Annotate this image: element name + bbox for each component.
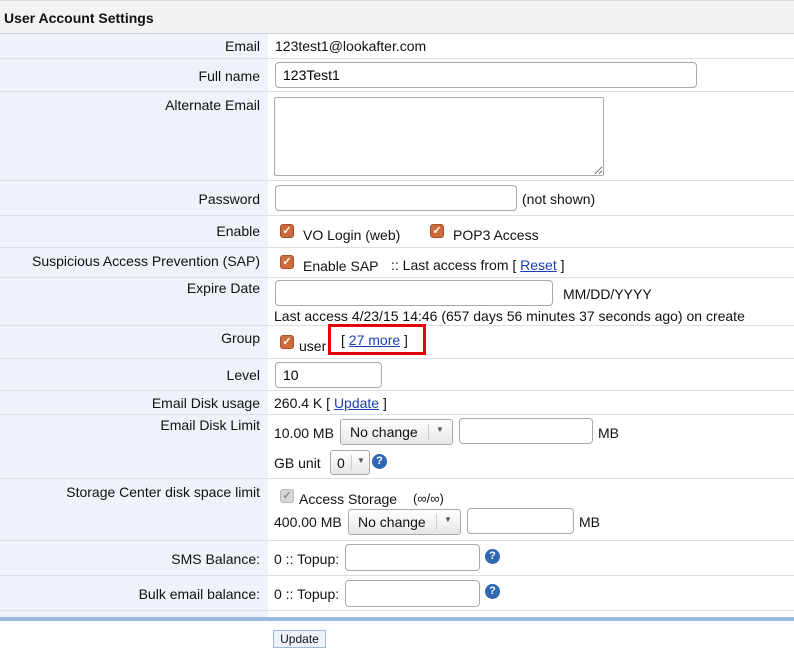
sap-last-access-text: :: Last access from [ Reset ] [391, 257, 565, 273]
enable-sap-checkbox[interactable]: ✓ [280, 255, 294, 269]
section-header: User Account Settings [0, 0, 794, 34]
sms-topup-input[interactable] [345, 544, 480, 571]
alternate-email-textarea[interactable] [274, 97, 604, 176]
disk-usage-update-link[interactable]: Update [334, 395, 379, 411]
row-storage-limit: Storage Center disk space limit ✓ Access… [0, 479, 794, 541]
password-note: (not shown) [522, 191, 596, 207]
sap-label: Suspicious Access Prevention (SAP) [32, 253, 260, 269]
disk-limit-select[interactable]: No change ▼ [340, 419, 453, 445]
chevron-down-icon: ▼ [436, 425, 444, 434]
row-expire-date: Expire Date MM/DD/YYYY Last access 4/23/… [0, 278, 794, 326]
expire-date-format: MM/DD/YYYY [563, 286, 652, 302]
help-icon[interactable]: ? [485, 549, 500, 564]
storage-input[interactable] [467, 508, 574, 534]
row-password: Password (not shown) [0, 181, 794, 216]
level-input[interactable] [275, 362, 382, 388]
password-label: Password [198, 191, 260, 207]
storage-quota: (∞/∞) [413, 491, 444, 506]
access-storage-label: Access Storage [299, 491, 398, 507]
row-bulk-email-balance: Bulk email balance: 0 :: Topup: ? [0, 576, 794, 611]
group-user-checkbox[interactable]: ✓ [280, 335, 294, 349]
email-value: 123test1@lookafter.com [275, 38, 427, 54]
disk-usage-value: 260.4 K [ Update ] [274, 395, 387, 411]
full-name-input[interactable] [275, 62, 697, 88]
storage-limit-label: Storage Center disk space limit [66, 484, 260, 500]
row-sms-balance: SMS Balance: 0 :: Topup: ? [0, 541, 794, 576]
expire-date-label: Expire Date [186, 280, 260, 296]
highlight-box [328, 324, 426, 355]
access-storage-checkbox: ✓ [280, 489, 294, 503]
password-input[interactable] [275, 185, 517, 211]
pop3-label: POP3 Access [453, 227, 539, 243]
storage-unit: MB [579, 514, 600, 530]
row-alternate-email: Alternate Email [0, 92, 794, 181]
bulk-email-balance-label: Bulk email balance: [138, 586, 260, 602]
email-label: Email [224, 38, 260, 54]
row-enable: Enable ✓ VO Login (web) ✓ POP3 Access [0, 216, 794, 248]
disk-limit-input[interactable] [459, 418, 593, 444]
alternate-email-label: Alternate Email [165, 97, 260, 113]
group-user-label: user [299, 338, 327, 354]
row-level: Level [0, 359, 794, 391]
storage-value: 400.00 MB [274, 514, 342, 530]
level-label: Level [226, 367, 260, 383]
pop3-checkbox[interactable]: ✓ [430, 224, 444, 238]
sms-balance-label: SMS Balance: [171, 551, 260, 567]
row-disk-limit: Email Disk Limit 10.00 MB No change ▼ MB… [0, 415, 794, 479]
expire-date-input[interactable] [275, 280, 553, 306]
help-icon[interactable]: ? [485, 584, 500, 599]
enable-sap-label: Enable SAP [303, 258, 379, 274]
vo-login-label: VO Login (web) [303, 227, 401, 243]
footer-bar [0, 617, 794, 621]
row-disk-usage: Email Disk usage 260.4 K [ Update ] [0, 391, 794, 415]
row-sap: Suspicious Access Prevention (SAP) ✓ Ena… [0, 248, 794, 278]
chevron-down-icon: ▼ [444, 515, 452, 524]
disk-limit-label: Email Disk Limit [160, 417, 260, 433]
vo-login-checkbox[interactable]: ✓ [280, 224, 294, 238]
bulk-topup-text: 0 :: Topup: [274, 586, 340, 602]
enable-label: Enable [216, 223, 260, 239]
gb-unit-label: GB unit [274, 455, 321, 471]
gb-unit-select[interactable]: 0 ▼ [330, 450, 370, 475]
group-label: Group [221, 330, 260, 346]
row-email: Email 123test1@lookafter.com [0, 34, 794, 59]
row-full-name: Full name [0, 59, 794, 92]
update-button[interactable]: Update [273, 630, 326, 648]
storage-select[interactable]: No change ▼ [348, 509, 461, 535]
sms-topup-text: 0 :: Topup: [274, 551, 340, 567]
sap-reset-link[interactable]: Reset [520, 257, 557, 273]
help-icon[interactable]: ? [372, 454, 387, 469]
chevron-down-icon: ▼ [357, 456, 365, 465]
bulk-topup-input[interactable] [345, 580, 480, 607]
disk-usage-label: Email Disk usage [151, 395, 260, 411]
disk-limit-unit: MB [598, 425, 619, 441]
full-name-label: Full name [198, 68, 260, 84]
disk-limit-value: 10.00 MB [274, 425, 334, 441]
page-title: User Account Settings [4, 10, 154, 26]
last-access-text: Last access 4/23/15 14:46 (657 days 56 m… [274, 308, 745, 324]
